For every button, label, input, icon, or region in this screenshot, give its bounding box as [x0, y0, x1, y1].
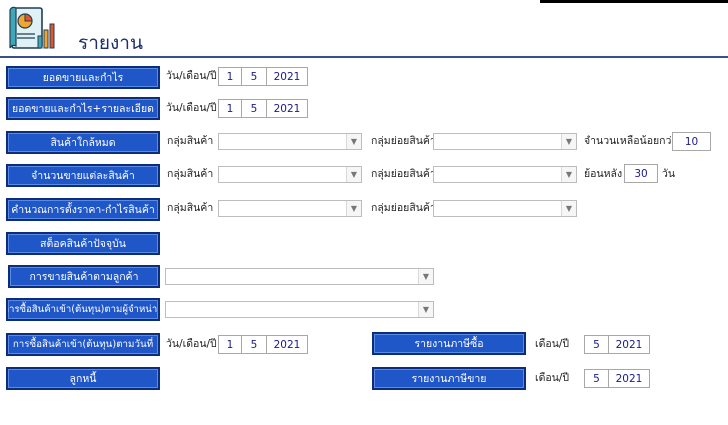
threshold-field[interactable]: 10	[672, 132, 711, 151]
date-label: วัน/เดือน/ปี	[166, 70, 217, 82]
purchase-tax-report-button[interactable]: รายงานภาษีซื้อ	[372, 332, 526, 355]
top-edge-bar	[540, 0, 728, 3]
product-group-select[interactable]: ▼	[218, 166, 362, 183]
month-field[interactable]: 5	[584, 335, 609, 354]
chevron-down-icon: ▼	[418, 269, 433, 284]
header-divider	[0, 56, 728, 58]
year-field[interactable]: 2021	[608, 335, 650, 354]
customer-select[interactable]: ▼	[165, 268, 434, 285]
day-field[interactable]: 1	[218, 67, 242, 86]
chevron-down-icon: ▼	[346, 167, 361, 182]
sub-group-select[interactable]: ▼	[433, 166, 577, 183]
sub-group-label: กลุ่มย่อยสินค้า	[371, 168, 436, 180]
month-year-label: เดือน/ปี	[535, 372, 570, 384]
day-field[interactable]: 1	[218, 335, 242, 354]
sales-profit-button[interactable]: ยอดขายและกำไร	[6, 66, 160, 89]
chevron-down-icon: ▼	[346, 201, 361, 216]
year-field[interactable]: 2021	[608, 369, 650, 388]
days-back-field[interactable]: 30	[624, 164, 658, 183]
product-group-select[interactable]: ▼	[218, 133, 362, 150]
chevron-down-icon: ▼	[561, 167, 576, 182]
sub-group-select[interactable]: ▼	[433, 200, 577, 217]
back-label: ย้อนหลัง	[584, 168, 623, 180]
supplier-select[interactable]: ▼	[165, 301, 434, 318]
sales-tax-report-button[interactable]: รายงานภาษีขาย	[372, 367, 526, 390]
date-label: วัน/เดือน/ปี	[166, 338, 217, 350]
sub-group-select[interactable]: ▼	[433, 133, 577, 150]
sub-group-label: กลุ่มย่อยสินค้า	[371, 202, 436, 214]
month-field[interactable]: 5	[241, 67, 267, 86]
chevron-down-icon: ▼	[561, 201, 576, 216]
remaining-less-label: จำนวนเหลือน้อยกว่า	[584, 135, 678, 147]
pricing-button[interactable]: คำนวณการตั้งราคา-กำไรสินค้า	[6, 198, 160, 221]
month-field[interactable]: 5	[241, 335, 267, 354]
near-out-of-stock-button[interactable]: สินค้าใกล้หมด	[6, 131, 160, 154]
product-group-select[interactable]: ▼	[218, 200, 362, 217]
month-field[interactable]: 5	[584, 369, 609, 388]
chevron-down-icon: ▼	[346, 134, 361, 149]
page-title: รายงาน	[78, 32, 143, 54]
year-field[interactable]: 2021	[266, 99, 308, 118]
product-group-label: กลุ่มสินค้า	[167, 168, 214, 180]
year-field[interactable]: 2021	[266, 67, 308, 86]
debtors-button[interactable]: ลูกหนี้	[6, 367, 160, 390]
purchase-by-date-button[interactable]: การซื้อสินค้าเข้า(ต้นทุน)ตามวันที่	[6, 333, 160, 356]
current-stock-button[interactable]: สต็อคสินค้าปัจจุบัน	[6, 232, 160, 255]
report-chart-icon	[8, 4, 56, 54]
month-year-label: เดือน/ปี	[535, 338, 570, 350]
product-group-label: กลุ่มสินค้า	[167, 202, 214, 214]
purchase-by-supplier-button[interactable]: การซื้อสินค้าเข้า(ต้นทุน)ตามผู้จำหน่าย	[6, 298, 160, 321]
product-group-label: กลุ่มสินค้า	[167, 135, 214, 147]
day-field[interactable]: 1	[218, 99, 242, 118]
sales-qty-button[interactable]: จำนวนขายแต่ละสินค้า	[6, 164, 160, 187]
year-field[interactable]: 2021	[266, 335, 308, 354]
days-label: วัน	[662, 168, 676, 180]
date-label: วัน/เดือน/ปี	[166, 102, 217, 114]
chevron-down-icon: ▼	[561, 134, 576, 149]
sub-group-label: กลุ่มย่อยสินค้า	[371, 135, 436, 147]
chevron-down-icon: ▼	[418, 302, 433, 317]
sales-profit-detail-button[interactable]: ยอดขายและกำไร+รายละเอียด	[6, 97, 160, 120]
month-field[interactable]: 5	[241, 99, 267, 118]
sales-by-customer-button[interactable]: การขายสินค้าตามลูกค้า	[8, 265, 160, 288]
